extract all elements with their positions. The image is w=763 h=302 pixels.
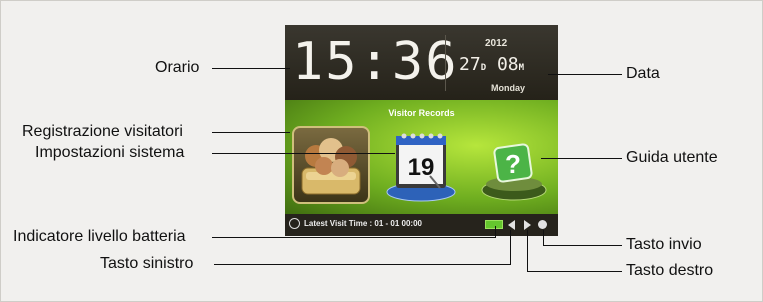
callout-enter-stem — [543, 230, 544, 246]
callout-left-key-line — [214, 264, 510, 265]
month-unit: M — [518, 63, 525, 73]
callout-right-key-line — [527, 271, 622, 272]
callout-battery-stem — [495, 226, 496, 238]
callout-right-key-label: Tasto destro — [626, 262, 714, 279]
latest-visit-time: Latest Visit Time : 01 - 01 00:00 — [304, 219, 422, 228]
date-month: 08 — [496, 54, 519, 75]
day-unit: D — [480, 63, 487, 73]
callout-left-key-stem — [510, 230, 511, 265]
date-weekday: Monday — [491, 83, 526, 93]
clock-panel: 15:36 2012 27D 08M Monday — [285, 25, 558, 100]
visitor-records-icon — [301, 138, 361, 195]
enter-button-icon[interactable] — [538, 220, 547, 229]
callout-settings-label: Impostazioni sistema — [35, 144, 185, 161]
clock-time: 15:36 — [292, 32, 459, 92]
system-settings-tile[interactable]: 19 — [382, 126, 460, 204]
clock-icon — [289, 218, 300, 229]
callout-enter-label: Tasto invio — [626, 236, 702, 253]
callout-clock-label: Orario — [155, 59, 200, 76]
callout-right-key-stem — [527, 230, 528, 272]
callout-battery-label: Indicatore livello batteria — [13, 228, 186, 245]
main-menu: Visitor Records 19 ? — [285, 100, 558, 214]
callout-enter-line — [543, 245, 622, 246]
callout-date-line — [548, 74, 622, 75]
date-day: 27 — [459, 54, 481, 75]
callout-date-label: Data — [626, 65, 660, 82]
date-year: 2012 — [485, 38, 508, 49]
callout-visitor-line — [212, 132, 290, 133]
date-day-month: 27D 08M — [459, 54, 524, 75]
callout-settings-line — [212, 153, 395, 154]
help-icon: ? — [481, 143, 547, 201]
callout-guide-line — [541, 158, 622, 159]
help-symbol: ? — [505, 149, 521, 179]
callout-visitor-label: Registrazione visitatori — [22, 123, 183, 140]
status-bar: Latest Visit Time : 01 - 01 00:00 — [285, 214, 558, 236]
device-screen: 15:36 2012 27D 08M Monday Visitor Record… — [285, 25, 558, 236]
callout-guide-label: Guida utente — [626, 149, 718, 166]
callout-left-key-label: Tasto sinistro — [100, 255, 194, 272]
menu-title: Visitor Records — [388, 108, 455, 118]
left-arrow-icon[interactable] — [508, 220, 515, 230]
right-arrow-icon[interactable] — [524, 220, 531, 230]
callout-battery-line — [212, 237, 495, 238]
user-guide-tile[interactable]: ? — [477, 126, 555, 204]
clock-divider — [445, 35, 446, 91]
calendar-icon: 19 — [386, 133, 456, 202]
battery-icon — [485, 220, 503, 229]
visitor-records-tile[interactable] — [292, 126, 370, 204]
callout-clock-line — [212, 68, 290, 69]
